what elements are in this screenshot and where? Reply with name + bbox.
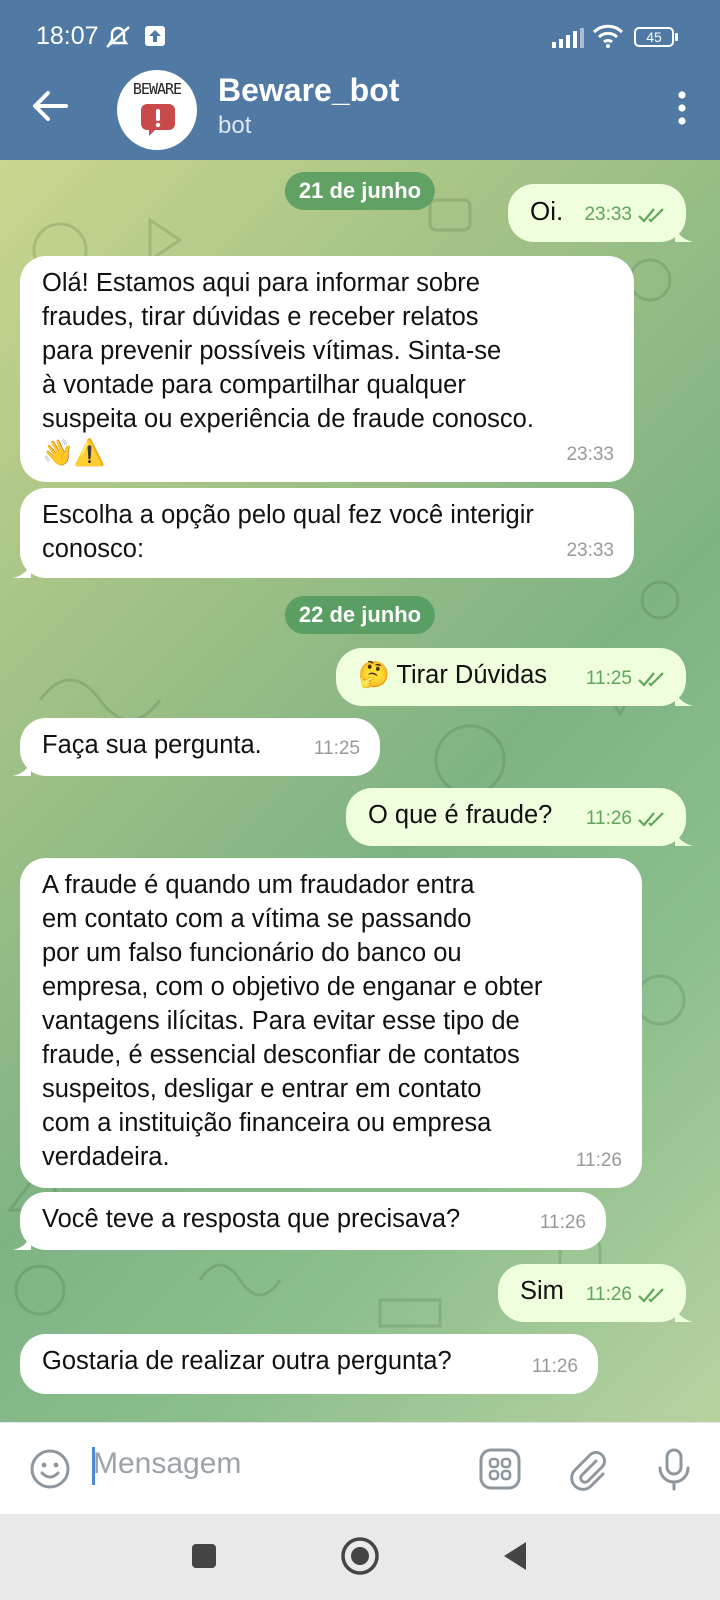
signal-icon bbox=[552, 28, 584, 48]
message-time: 23:33 bbox=[584, 204, 632, 225]
message-outgoing[interactable]: 🤔 Tirar Dúvidas 11:25 bbox=[336, 648, 693, 706]
bot-avatar[interactable]: BEWARE bbox=[117, 70, 197, 150]
message-time: 11:26 bbox=[575, 1150, 622, 1171]
message-meta: 11:26 bbox=[540, 1206, 586, 1240]
message-text: Gostaria de realizar outra pergunta? bbox=[42, 1347, 452, 1375]
message-meta: 11:25 bbox=[314, 732, 360, 766]
double-check-icon bbox=[638, 1288, 664, 1303]
bubble-tail bbox=[675, 828, 693, 846]
message-text: A fraude é quando um fraudador entra em … bbox=[42, 871, 543, 1171]
bubble-tail bbox=[675, 1304, 693, 1322]
message-time: 11:26 bbox=[585, 808, 632, 829]
message-incoming[interactable]: Gostaria de realizar outra pergunta? 11:… bbox=[20, 1334, 598, 1394]
message-time: 11:25 bbox=[313, 738, 360, 759]
message-meta: 23:33 bbox=[584, 198, 666, 232]
back-button[interactable] bbox=[494, 1534, 538, 1578]
double-check-icon bbox=[638, 672, 664, 687]
wifi-icon bbox=[592, 24, 624, 48]
double-check-icon bbox=[638, 812, 664, 827]
date-separator: 22 de junho bbox=[284, 596, 436, 634]
system-nav-bar bbox=[0, 1514, 720, 1600]
message-meta: 23:33 bbox=[566, 534, 614, 568]
chat-subtitle: bot bbox=[218, 112, 252, 139]
bubble-tail bbox=[13, 1232, 31, 1250]
double-check-icon bbox=[638, 208, 664, 223]
message-time: 11:26 bbox=[539, 1212, 586, 1233]
message-text: O que é fraude? bbox=[368, 801, 553, 829]
attach-icon[interactable] bbox=[566, 1447, 610, 1491]
message-time: 11:26 bbox=[531, 1356, 578, 1377]
message-incoming[interactable]: Olá! Estamos aqui para informar sobre fr… bbox=[20, 256, 634, 482]
message-meta: 11:26 bbox=[532, 1350, 578, 1384]
message-meta: 11:26 bbox=[576, 1144, 622, 1178]
chat-title[interactable]: Beware_bot bbox=[218, 72, 399, 109]
bubble-tail bbox=[13, 560, 31, 578]
back-arrow-icon[interactable] bbox=[26, 82, 74, 130]
warning-bubble-icon bbox=[141, 104, 175, 136]
message-outgoing[interactable]: O que é fraude? 11:26 bbox=[346, 788, 693, 846]
message-text: Você teve a resposta que precisava? bbox=[42, 1205, 461, 1233]
recents-button[interactable] bbox=[182, 1534, 226, 1578]
avatar-logo-text: BEWARE bbox=[132, 80, 182, 98]
message-time: 23:33 bbox=[566, 540, 614, 561]
battery-icon: 45 bbox=[634, 27, 674, 47]
more-vert-icon[interactable] bbox=[672, 90, 692, 126]
message-outgoing[interactable]: Oi. 23:33 bbox=[508, 184, 693, 242]
message-text: Olá! Estamos aqui para informar sobre fr… bbox=[42, 269, 534, 467]
message-incoming[interactable]: Você teve a resposta que precisava? 11:2… bbox=[13, 1192, 606, 1250]
message-text: Escolha a opção pelo qual fez você inter… bbox=[42, 501, 534, 563]
message-incoming[interactable]: Faça sua pergunta. 11:25 bbox=[13, 718, 380, 776]
message-meta: 23:33 bbox=[566, 438, 614, 472]
message-time: 23:33 bbox=[566, 444, 614, 465]
emoji-icon[interactable] bbox=[28, 1447, 72, 1491]
date-separator: 21 de junho bbox=[284, 172, 436, 210]
message-meta: 11:25 bbox=[586, 662, 666, 696]
message-incoming[interactable]: A fraude é quando um fraudador entra em … bbox=[20, 858, 642, 1188]
message-time: 11:26 bbox=[585, 1284, 632, 1305]
bubble-tail bbox=[13, 758, 31, 776]
message-input-bar: Mensagem bbox=[0, 1422, 720, 1514]
message-meta: 11:26 bbox=[586, 802, 666, 836]
message-time: 11:25 bbox=[585, 668, 632, 689]
home-button[interactable] bbox=[338, 1534, 382, 1578]
chat-area[interactable]: 21 de junho Oi. 23:33 Olá! Estamos aqui … bbox=[0, 160, 720, 1422]
app-header: 18:07 45 BEWARE Beware_bot bot bbox=[0, 0, 720, 160]
message-incoming[interactable]: Escolha a opção pelo qual fez você inter… bbox=[13, 488, 634, 578]
message-text: 🤔 Tirar Dúvidas bbox=[358, 661, 548, 689]
message-text: Faça sua pergunta. bbox=[42, 731, 262, 759]
upload-icon bbox=[145, 26, 165, 46]
battery-level: 45 bbox=[646, 29, 662, 45]
message-outgoing[interactable]: Sim 11:26 bbox=[498, 1264, 693, 1322]
bubble-tail bbox=[675, 224, 693, 242]
bubble-tail bbox=[675, 688, 693, 706]
mic-icon[interactable] bbox=[652, 1447, 696, 1491]
status-time: 18:07 bbox=[36, 22, 99, 50]
status-bar: 18:07 45 bbox=[0, 0, 720, 72]
message-meta: 11:26 bbox=[586, 1278, 666, 1312]
message-input[interactable]: Mensagem bbox=[93, 1447, 241, 1481]
message-text: Sim bbox=[520, 1277, 564, 1305]
bot-keyboard-icon[interactable] bbox=[478, 1447, 522, 1491]
message-text: Oi. bbox=[530, 196, 564, 226]
mute-icon bbox=[106, 26, 130, 48]
